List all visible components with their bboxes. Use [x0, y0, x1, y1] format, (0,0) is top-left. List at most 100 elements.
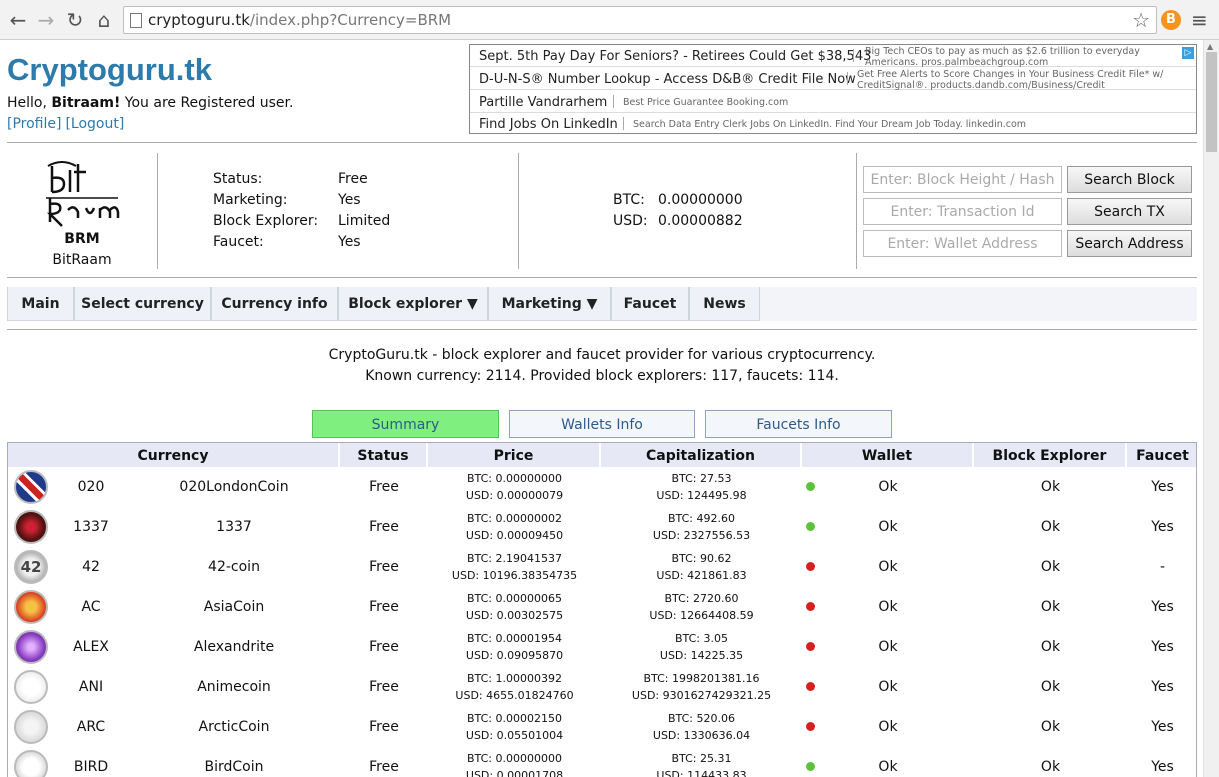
- divider: [7, 277, 1197, 278]
- currency-code[interactable]: 020: [54, 467, 128, 507]
- currency-code[interactable]: 1337: [54, 507, 128, 547]
- home-icon[interactable]: ⌂: [92, 8, 116, 32]
- 42-coin-icon: 42: [14, 550, 48, 584]
- search-address-button[interactable]: Search Address: [1067, 230, 1192, 257]
- table-row[interactable]: ANI Animecoin Free BTC: 1.00000392 USD: 4655…: [8, 667, 1196, 707]
- adchoices-icon[interactable]: ▷: [1182, 47, 1194, 59]
- cap-btc: BTC: 492.60: [668, 512, 735, 525]
- transaction-search-input[interactable]: [863, 198, 1062, 225]
- currency-name[interactable]: AsiaCoin: [128, 587, 340, 627]
- ad-desc-line: CreditSignal®. products.dandb.com/Busine…: [857, 80, 1105, 91]
- currency-code[interactable]: ANI: [54, 667, 128, 707]
- table-row[interactable]: AC AsiaCoin Free BTC: 0.00000065 USD: 0.0030…: [8, 587, 1196, 627]
- currency-code[interactable]: 42: [54, 547, 128, 587]
- bookmark-star-icon[interactable]: ☆: [1132, 8, 1150, 32]
- price-btc: BTC: 0.00000000: [467, 472, 562, 485]
- column-header-wallet[interactable]: Wallet: [802, 443, 974, 467]
- nav-marketing[interactable]: Marketing ▼: [488, 287, 611, 321]
- arcticcoin-icon: [14, 710, 48, 744]
- faucet-label: Faucet:: [213, 234, 264, 250]
- column-header-block-explorer[interactable]: Block Explorer: [974, 443, 1127, 467]
- faucet-cell: Yes: [1151, 599, 1174, 615]
- btc-value: 0.00000000: [658, 192, 743, 208]
- nav-block-explorer[interactable]: Block explorer ▼: [338, 287, 488, 321]
- ad-title[interactable]: Sept. 5th Pay Day For Seniors? - Retiree…: [479, 49, 871, 64]
- currency-name[interactable]: ArcticCoin: [128, 707, 340, 747]
- ad-separator: [613, 95, 614, 108]
- table-row[interactable]: BIRD BirdCoin Free BTC: 0.00000000 USD: 0.00…: [8, 747, 1196, 777]
- column-header-faucet[interactable]: Faucet: [1127, 443, 1196, 467]
- status-cell: Free: [369, 479, 399, 495]
- table-row[interactable]: ALEX Alexandrite Free BTC: 0.00001954 USD: 0…: [8, 627, 1196, 667]
- price-btc: BTC: 0.00000065: [467, 592, 562, 605]
- column-header-currency[interactable]: Currency: [8, 443, 340, 467]
- ad-description[interactable]: Search Data Entry Clerk Jobs On LinkedIn…: [633, 119, 1026, 130]
- ad-separator: [853, 49, 854, 62]
- ad-description[interactable]: Big Tech CEOs to pay as much as $2.6 tri…: [865, 46, 1140, 68]
- logout-link[interactable]: [Logout]: [65, 116, 124, 132]
- price-btc: BTC: 0.00001954: [467, 632, 562, 645]
- search-block-button[interactable]: Search Block: [1067, 166, 1192, 193]
- currency-name[interactable]: 020LondonCoin: [128, 467, 340, 507]
- alexandrite-gem-icon: [14, 630, 48, 664]
- reload-icon[interactable]: ↻: [63, 8, 87, 32]
- table-row[interactable]: 1337 1337 Free BTC: 0.00000002 USD: 0.000094…: [8, 507, 1196, 547]
- site-title[interactable]: Cryptoguru.tk: [7, 52, 212, 88]
- bitcoin-extension-icon[interactable]: B: [1161, 10, 1181, 30]
- table-row[interactable]: 42 42 42-coin Free BTC: 2.19041537 USD: 10196…: [8, 547, 1196, 587]
- column-header-status[interactable]: Status: [340, 443, 428, 467]
- price-cell: BTC: 0.00000065 USD: 0.00302575: [428, 587, 601, 627]
- forward-arrow-icon[interactable]: →: [34, 8, 58, 32]
- scrollbar-thumb[interactable]: [1206, 52, 1217, 152]
- capitalization-cell: BTC: 520.06 USD: 1330636.04: [601, 707, 802, 747]
- scroll-up-arrow-icon[interactable]: ▲: [1207, 42, 1213, 51]
- profile-link[interactable]: [Profile]: [7, 116, 61, 132]
- faucet-value: Yes: [338, 234, 361, 250]
- page-scrollbar[interactable]: ▲: [1203, 40, 1219, 777]
- tab-faucets-info[interactable]: Faucets Info: [705, 410, 892, 438]
- column-header-price[interactable]: Price: [428, 443, 601, 467]
- nav-news[interactable]: News: [689, 287, 760, 321]
- ad-row[interactable]: Sept. 5th Pay Day For Seniors? - Retiree…: [470, 45, 1196, 68]
- nav-select-currency[interactable]: Select currency: [74, 287, 211, 321]
- divider: [518, 153, 519, 269]
- currency-name[interactable]: 42-coin: [128, 547, 340, 587]
- wallet-cell: Ok: [878, 679, 898, 695]
- price-cell: BTC: 2.19041537 USD: 10196.38354735: [428, 547, 601, 587]
- table-row[interactable]: ARC ArcticCoin Free BTC: 0.00002150 USD: 0.0…: [8, 707, 1196, 747]
- currency-code[interactable]: BIRD: [54, 747, 128, 777]
- search-tx-button[interactable]: Search TX: [1067, 198, 1192, 225]
- tab-wallets-info[interactable]: Wallets Info: [509, 410, 695, 438]
- ad-title[interactable]: Partille Vandrarhem: [479, 95, 607, 110]
- browser-toolbar: ← → ↻ ⌂ cryptoguru.tk/index.php?Currency…: [0, 0, 1219, 40]
- nav-faucet[interactable]: Faucet: [611, 287, 689, 321]
- currency-name[interactable]: 1337: [128, 507, 340, 547]
- tab-summary[interactable]: Summary: [312, 410, 499, 438]
- currency-code[interactable]: ARC: [54, 707, 128, 747]
- ad-title[interactable]: Find Jobs On LinkedIn: [479, 117, 618, 132]
- nav-main[interactable]: Main: [7, 287, 74, 321]
- ad-row[interactable]: Partille Vandrarhem Best Price Guarantee…: [470, 91, 1196, 113]
- status-cell: Free: [369, 559, 399, 575]
- currency-name[interactable]: BirdCoin: [128, 747, 340, 777]
- back-arrow-icon[interactable]: ←: [6, 8, 30, 32]
- currency-name[interactable]: Animecoin: [128, 667, 340, 707]
- animecoin-icon: [14, 670, 48, 704]
- address-bar[interactable]: cryptoguru.tk/index.php?Currency=BRM ☆: [123, 6, 1157, 34]
- browser-menu-icon[interactable]: ≡: [1191, 8, 1208, 32]
- ad-description[interactable]: Best Price Guarantee Booking.com: [623, 97, 788, 108]
- table-row[interactable]: 020 020LondonCoin Free BTC: 0.00000000 USD: …: [8, 467, 1196, 507]
- ad-title[interactable]: D-U-N-S® Number Lookup - Access D&B® Cre…: [479, 72, 856, 87]
- nav-currency-info[interactable]: Currency info: [211, 287, 338, 321]
- ad-row[interactable]: D-U-N-S® Number Lookup - Access D&B® Cre…: [470, 68, 1196, 91]
- ad-description[interactable]: Get Free Alerts to Score Changes in Your…: [857, 69, 1163, 91]
- currency-code[interactable]: ALEX: [54, 627, 128, 667]
- currency-name[interactable]: Alexandrite: [128, 627, 340, 667]
- ad-row[interactable]: Find Jobs On LinkedIn Search Data Entry …: [470, 113, 1196, 135]
- currency-code[interactable]: AC: [54, 587, 128, 627]
- price-cell: BTC: 1.00000392 USD: 4655.01824760: [428, 667, 601, 707]
- address-search-input[interactable]: [863, 230, 1062, 257]
- column-header-capitalization[interactable]: Capitalization: [601, 443, 802, 467]
- cap-usd: USD: 421861.83: [656, 569, 747, 582]
- block-search-input[interactable]: [863, 166, 1062, 193]
